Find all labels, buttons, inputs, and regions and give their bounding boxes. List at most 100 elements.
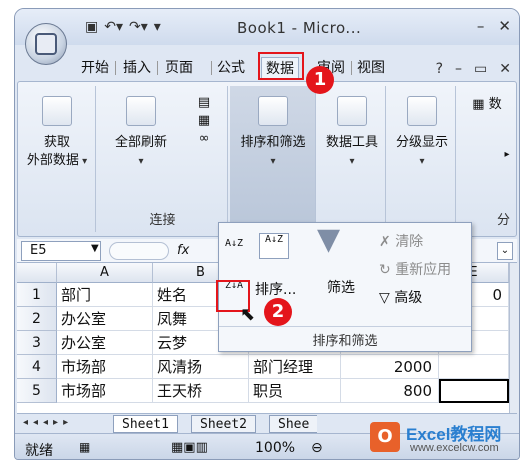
- row-header[interactable]: 4: [17, 355, 57, 379]
- dropdown-arrow-icon: ▾: [138, 156, 144, 167]
- cell-d5[interactable]: 800: [341, 379, 439, 403]
- watermark: O Excel教程网 www.excelcw.com: [370, 418, 525, 460]
- cell-b5[interactable]: 王天桥: [153, 379, 249, 403]
- view-buttons-icon[interactable]: ▦▣▥: [171, 440, 208, 455]
- name-box-dropdown-icon[interactable]: ▼: [91, 243, 99, 254]
- watermark-url: www.excelcw.com: [410, 442, 499, 454]
- cell-a5[interactable]: 市场部: [57, 379, 153, 403]
- sheet-tab-sheet3[interactable]: Shee: [269, 415, 318, 433]
- tab-formulas[interactable]: 公式: [217, 57, 245, 79]
- refresh-all-button[interactable]: 全部刷新 ▾: [106, 96, 176, 171]
- advanced-icon: ▽: [379, 290, 395, 306]
- tab-separator: [157, 61, 158, 75]
- minimize-icon[interactable]: –: [477, 17, 485, 35]
- get-external-label: 获取: [43, 135, 70, 150]
- reapply-button[interactable]: ↻ 重新应用: [379, 261, 451, 279]
- filter-funnel-icon: ▼: [317, 222, 341, 257]
- properties-icon[interactable]: ▦: [198, 113, 210, 128]
- extra-label: 数: [488, 97, 502, 112]
- tab-home[interactable]: 开始: [81, 57, 109, 79]
- sort-dialog-button[interactable]: 排序...: [255, 281, 296, 299]
- clear-label: 清除: [395, 234, 424, 250]
- sort-az-icon: A↓Z: [225, 238, 244, 249]
- cell-a4[interactable]: 市场部: [57, 355, 153, 379]
- name-box[interactable]: E5: [21, 241, 101, 261]
- custom-sort-icon[interactable]: A↓Z: [259, 233, 289, 259]
- sheet-tab-sheet2[interactable]: Sheet2: [191, 415, 256, 433]
- group-outline: 分级显示 ▾: [388, 86, 456, 232]
- cell-a1[interactable]: 部门: [57, 283, 153, 307]
- tab-page-layout[interactable]: 页面: [165, 57, 193, 79]
- row-header[interactable]: 5: [17, 379, 57, 403]
- tab-view[interactable]: 视图: [357, 57, 385, 79]
- refresh-all-label: 全部刷新: [114, 135, 167, 150]
- database-icon: [42, 96, 72, 126]
- cell-e5-selected[interactable]: [439, 379, 509, 403]
- workbook-close-icon[interactable]: ✕: [499, 61, 511, 77]
- quick-access-toolbar: ▣ ↶▾ ↷▾ ▾: [85, 19, 161, 35]
- get-external-label2: 外部数据: [26, 153, 79, 168]
- cell-d4[interactable]: 2000: [341, 355, 439, 379]
- insert-function-button[interactable]: fx: [177, 243, 189, 258]
- get-external-data-button[interactable]: 获取 外部数据 ▾: [24, 96, 90, 171]
- group-connections: 全部刷新 ▾ ▤ ▦ ∞ 连接: [98, 86, 228, 232]
- sheet-nav-arrows-icon[interactable]: ◂◂◂▸▸: [23, 417, 73, 428]
- row-header[interactable]: 3: [17, 331, 57, 355]
- workbook-restore-icon[interactable]: ▭: [474, 61, 487, 77]
- sort-filter-button[interactable]: 排序和筛选 ▾: [232, 96, 314, 171]
- save-icon[interactable]: ▣: [85, 19, 98, 35]
- window-controls: – ✕: [477, 17, 511, 35]
- outline-label: 分级显示: [395, 135, 448, 150]
- group-get-external-data: 获取 外部数据 ▾: [18, 86, 96, 232]
- sort-filter-group-label: 排序和筛选: [219, 326, 471, 349]
- undo-icon[interactable]: ↶▾: [104, 19, 123, 35]
- tab-insert[interactable]: 插入: [123, 57, 151, 79]
- watermark-logo: O: [370, 422, 400, 452]
- clear-icon: ✗: [379, 234, 396, 250]
- vertical-scrollbar[interactable]: [509, 263, 519, 413]
- refresh-icon: [126, 96, 156, 126]
- cell-b4[interactable]: 风清扬: [153, 355, 249, 379]
- ribbon-scroll-right-icon[interactable]: ▸: [502, 146, 512, 164]
- extra-button[interactable]: ▦ 数: [462, 96, 512, 114]
- clear-filter-button[interactable]: ✗ 清除: [379, 233, 423, 251]
- office-button[interactable]: [25, 23, 67, 65]
- filter-button[interactable]: 筛选: [327, 279, 355, 297]
- mouse-cursor-icon: ⬉: [240, 304, 256, 325]
- outline-button[interactable]: 分级显示 ▾: [390, 96, 454, 171]
- group-extra: ▦ 数 ▸ 分: [458, 86, 516, 232]
- cell-e4[interactable]: [439, 355, 509, 379]
- row-header[interactable]: 1: [17, 283, 57, 307]
- dropdown-arrow-icon: ▾: [349, 156, 355, 167]
- edit-links-icon[interactable]: ∞: [199, 131, 210, 146]
- ribbon-controls: ? – ▭ ✕: [436, 61, 511, 77]
- zoom-out-icon[interactable]: ⊖: [311, 440, 323, 456]
- advanced-filter-button[interactable]: ▽ 高级: [379, 289, 422, 307]
- tab-separator: [211, 61, 212, 75]
- zoom-level[interactable]: 100%: [255, 440, 295, 456]
- expand-formula-bar-icon[interactable]: ⌄: [497, 242, 513, 260]
- custom-sort-glyph: A↓Z: [264, 234, 284, 245]
- help-icon[interactable]: ?: [436, 61, 443, 77]
- tab-separator: [351, 61, 352, 75]
- title-bar: ▣ ↶▾ ↷▾ ▾ Book1 - Micro... – ✕: [15, 9, 519, 45]
- column-header-a[interactable]: A: [57, 263, 153, 283]
- cell-a2[interactable]: 办公室: [57, 307, 153, 331]
- row-header[interactable]: 2: [17, 307, 57, 331]
- sheet-tab-sheet1[interactable]: Sheet1: [113, 415, 178, 433]
- workbook-minimize-icon[interactable]: –: [455, 61, 462, 77]
- data-tools-button[interactable]: 数据工具 ▾: [320, 96, 384, 171]
- cell-c5[interactable]: 职员: [249, 379, 341, 403]
- group-sort-filter: 排序和筛选 ▾: [230, 86, 316, 232]
- cell-c4[interactable]: 部门经理: [249, 355, 341, 379]
- reapply-label: 重新应用: [395, 262, 452, 278]
- redo-icon[interactable]: ↷▾: [129, 19, 148, 35]
- select-all-corner[interactable]: [17, 263, 57, 283]
- sort-ascending-button[interactable]: A↓Z: [225, 239, 243, 249]
- cell-a3[interactable]: 办公室: [57, 331, 153, 355]
- connections-icon[interactable]: ▤: [198, 95, 210, 110]
- macro-record-icon[interactable]: ▦: [79, 440, 90, 454]
- qat-customize-icon[interactable]: ▾: [154, 19, 161, 35]
- formula-bar-slider[interactable]: [109, 242, 169, 260]
- close-icon[interactable]: ✕: [498, 17, 511, 35]
